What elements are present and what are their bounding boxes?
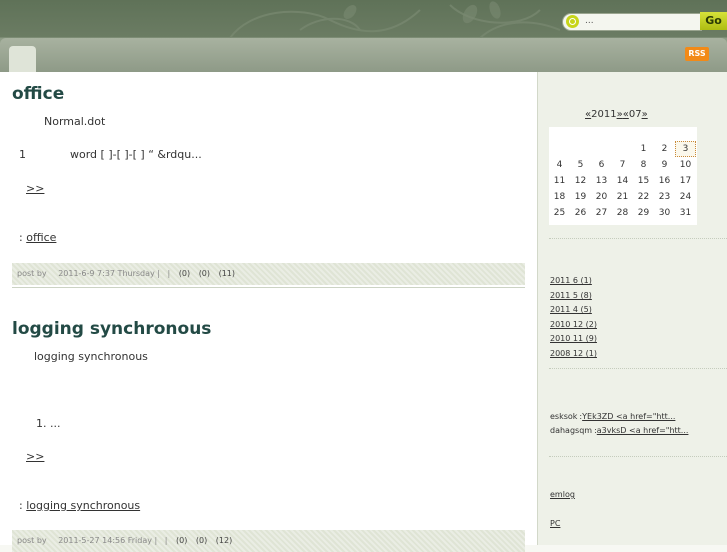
post-tags: : logging synchronous [19, 499, 140, 512]
trackback-count[interactable]: (0) [196, 536, 207, 545]
calendar-day[interactable]: 24 [675, 189, 696, 205]
post-tags: : office [19, 231, 70, 244]
calendar-day[interactable]: 21 [612, 189, 633, 205]
calendar-day[interactable]: 11 [549, 173, 570, 189]
calendar-day[interactable]: 30 [654, 205, 675, 221]
sidebar-divider [549, 368, 727, 369]
calendar-day[interactable]: 5 [570, 157, 591, 173]
sidebar-divider [549, 456, 727, 457]
archive-link[interactable]: 2010 12 (2) [550, 320, 597, 329]
calendar-day[interactable]: 12 [570, 173, 591, 189]
calendar-day[interactable]: 2 [654, 141, 675, 157]
post-list-item: 1. ... [36, 417, 61, 430]
calendar-month: 07 [628, 109, 642, 120]
calendar-day [612, 141, 633, 157]
read-more-link[interactable]: >> [12, 450, 44, 463]
calendar-grid: 1 2 3 4 5 6 7 8 9 10 11 12 13 14 15 16 17 18 19 20 21 22 23 24 2… [549, 127, 697, 225]
footer-separator: | [164, 536, 168, 545]
post-text: word [ ]-[ ]-[ ] “ &rdqu... [70, 148, 202, 161]
sidebar-link[interactable]: emlog [550, 490, 575, 500]
archive-link[interactable]: 2010 11 (9) [550, 334, 597, 343]
tag-link[interactable]: office [26, 231, 56, 244]
comment-link[interactable]: YEk3ZD <a href="htt... [582, 412, 675, 421]
calendar-day[interactable]: 22 [633, 189, 654, 205]
calendar-day [570, 141, 591, 157]
post-text-number: 1 [19, 148, 26, 161]
calendar-day[interactable]: 16 [654, 173, 675, 189]
sidebar-link[interactable] [550, 534, 564, 544]
comment-link[interactable]: a3vksD <a href="htt... [597, 426, 689, 435]
post-text: Normal.dot [44, 115, 106, 128]
search-input[interactable]: ... [562, 13, 702, 31]
sidebar-link[interactable]: PC [550, 519, 564, 529]
calendar-day[interactable]: 4 [549, 157, 570, 173]
rss-button[interactable]: RSS [685, 47, 709, 61]
calendar-day[interactable]: 9 [654, 157, 675, 173]
search-icon [566, 15, 579, 28]
post-footer: post by 2011-5-27 14:56 Friday | | (0) (… [12, 530, 525, 552]
sidebar: «2011»«07» 1 2 3 4 5 6 7 8 9 10 11 12 13 14 15 16 17 18 19… [537, 72, 727, 545]
archive-link[interactable]: 2008 12 (1) [550, 349, 597, 358]
calendar-day[interactable]: 18 [549, 189, 570, 205]
trackback-count[interactable]: (0) [199, 269, 210, 278]
post-divider [12, 287, 525, 288]
post-date: 2011-5-27 14:56 Friday | [58, 536, 158, 545]
calendar-day[interactable]: 10 [675, 157, 696, 173]
calendar-day [549, 141, 570, 157]
nav-bar [0, 38, 727, 72]
tags-prefix: : [19, 231, 23, 244]
sidebar-link[interactable] [550, 505, 564, 515]
main-content: office Normal.dot 1 word [ ]-[ ]-[ ] “ &… [0, 72, 537, 552]
go-button[interactable]: Go [700, 12, 727, 30]
calendar-day[interactable]: 23 [654, 189, 675, 205]
post-title[interactable]: logging synchronous [12, 319, 211, 339]
calendar-day[interactable]: 8 [633, 157, 654, 173]
calendar-day[interactable]: 25 [549, 205, 570, 221]
calendar-day[interactable]: 3 [675, 141, 696, 157]
calendar-day [591, 141, 612, 157]
calendar-day[interactable]: 1 [633, 141, 654, 157]
post-text: logging synchronous [34, 350, 148, 363]
calendar-day[interactable]: 31 [675, 205, 696, 221]
archive-link[interactable]: 2011 6 (1) [550, 276, 592, 285]
comments-count[interactable]: (0) [176, 536, 187, 545]
calendar-day[interactable]: 29 [633, 205, 654, 221]
calendar-header: «2011»«07» [585, 109, 648, 120]
post-by-label: post by [17, 269, 47, 278]
comment-author: dahagsqm [550, 426, 593, 435]
calendar-year: 2011 [591, 109, 617, 120]
comment-item: esksok:YEk3ZD <a href="htt... [550, 412, 675, 421]
calendar-day[interactable]: 7 [612, 157, 633, 173]
calendar-day[interactable]: 27 [591, 205, 612, 221]
tags-prefix: : [19, 499, 23, 512]
calendar-next-month[interactable]: » [642, 109, 648, 120]
search-value[interactable]: ... [585, 16, 594, 26]
views-count: (11) [218, 269, 235, 278]
calendar-day[interactable]: 15 [633, 173, 654, 189]
post-title[interactable]: office [12, 84, 64, 104]
archive-link[interactable]: 2011 5 (8) [550, 291, 592, 300]
calendar-day[interactable]: 28 [612, 205, 633, 221]
calendar-day[interactable]: 17 [675, 173, 696, 189]
calendar-day[interactable]: 13 [591, 173, 612, 189]
post-date: 2011-6-9 7:37 Thursday | [58, 269, 160, 278]
calendar-day[interactable]: 6 [591, 157, 612, 173]
calendar-day[interactable]: 14 [612, 173, 633, 189]
calendar-day[interactable]: 26 [570, 205, 591, 221]
comment-item: dahagsqm:a3vksD <a href="htt... [550, 426, 688, 435]
comment-author: esksok [550, 412, 578, 421]
comments-count[interactable]: (0) [179, 269, 190, 278]
sidebar-divider [549, 238, 727, 239]
footer-separator: | [167, 269, 171, 278]
calendar-day[interactable]: 19 [570, 189, 591, 205]
home-tab[interactable] [9, 46, 36, 72]
archive-link[interactable]: 2011 4 (5) [550, 305, 592, 314]
post-by-label: post by [17, 536, 47, 545]
calendar-day[interactable]: 20 [591, 189, 612, 205]
post-footer: post by 2011-6-9 7:37 Thursday | | (0) (… [12, 263, 525, 285]
tag-link[interactable]: logging synchronous [26, 499, 140, 512]
views-count: (12) [215, 536, 233, 545]
read-more-link[interactable]: >> [12, 182, 44, 195]
